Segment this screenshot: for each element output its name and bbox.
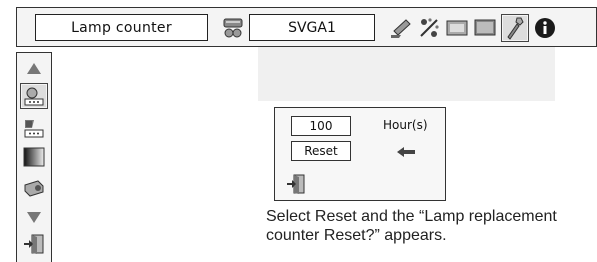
setting-icon[interactable] [501,14,529,42]
dialog-exit-icon[interactable] [286,173,306,195]
lamp-counter-icon[interactable] [20,83,48,109]
instruction-caption: Select Reset and the “Lamp replacement c… [266,208,557,244]
gradation-icon[interactable] [22,146,46,168]
pc-adjust-icon[interactable] [389,16,413,40]
lamp-counter-dialog: 100 Hour(s) Reset [274,107,446,201]
reset-button[interactable]: Reset [291,141,351,161]
input-select-icon[interactable] [221,16,245,40]
projector-icon[interactable] [22,177,46,199]
menu-area-background [258,47,555,101]
scroll-up-icon[interactable] [22,58,46,80]
image-select-icon[interactable] [417,16,441,40]
hours-value-field: 100 [291,116,351,136]
menu-bar: Lamp counter SVGA1 [16,7,597,47]
exit-icon[interactable] [22,233,46,255]
menu-title: Lamp counter [35,14,208,41]
hours-unit-label: Hour(s) [383,118,428,132]
scroll-down-icon[interactable] [22,206,46,228]
input-source-field: SVGA1 [249,14,375,41]
side-toolbar [16,52,52,262]
screen-icon[interactable] [473,16,497,40]
information-icon[interactable] [533,16,557,40]
filter-counter-icon[interactable] [22,117,46,139]
image-adjust-icon[interactable] [445,16,469,40]
left-arrow-icon [395,144,417,158]
